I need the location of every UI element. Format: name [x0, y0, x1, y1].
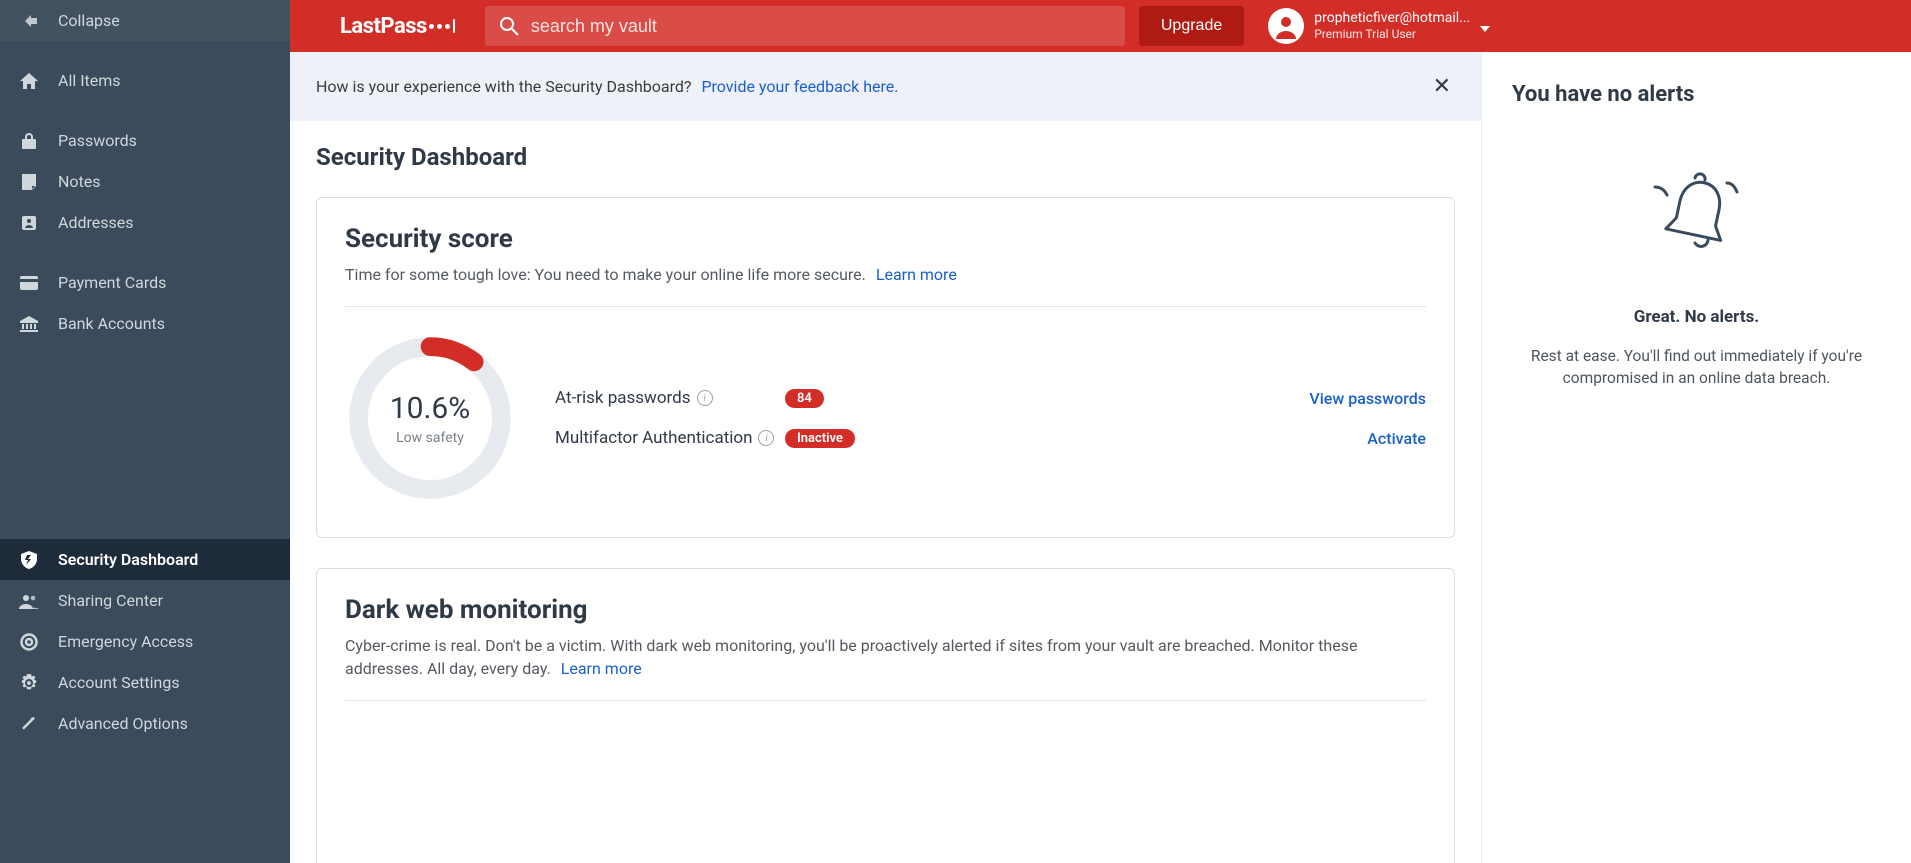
- gauge-label: Low safety: [396, 430, 464, 446]
- page-title: Security Dashboard: [316, 143, 1455, 171]
- main: How is your experience with the Security…: [290, 52, 1911, 863]
- account-menu[interactable]: propheticfiver@hotmail... Premium Trial …: [1268, 8, 1490, 44]
- feedback-link[interactable]: Provide your feedback here.: [701, 77, 898, 96]
- lock-icon: [18, 133, 40, 149]
- search-container[interactable]: [485, 6, 1125, 46]
- alerts-title: You have no alerts: [1512, 82, 1881, 107]
- logo-dots-icon: [429, 19, 455, 33]
- sidebar-item-label: Notes: [58, 172, 101, 191]
- score-subtitle: Time for some tough love: You need to ma…: [345, 264, 1426, 286]
- sidebar-item-label: Addresses: [58, 213, 134, 232]
- sidebar-item-account-settings[interactable]: Account Settings: [0, 662, 290, 703]
- content-inner: Security Dashboard Security score Time f…: [290, 121, 1481, 863]
- sidebar-item-label: Security Dashboard: [58, 550, 198, 569]
- sidebar-item-notes[interactable]: Notes: [0, 161, 290, 202]
- gear-icon: [18, 674, 40, 692]
- mfa-badge: Inactive: [785, 429, 855, 448]
- account-role: Premium Trial User: [1314, 27, 1470, 42]
- sidebar-item-passwords[interactable]: Passwords: [0, 120, 290, 161]
- sidebar-item-label: All Items: [58, 71, 121, 90]
- chevron-down-icon: [1480, 17, 1490, 36]
- search-input[interactable]: [531, 16, 1111, 37]
- note-icon: [18, 174, 40, 190]
- alerts-panel: You have no alerts Great. No alerts. Res…: [1481, 52, 1911, 863]
- sidebar-item-label: Emergency Access: [58, 632, 193, 651]
- lifebuoy-icon: [18, 633, 40, 651]
- metric-row-at-risk: At-risk passwords i 84 View passwords: [555, 378, 1426, 418]
- wand-icon: [18, 715, 40, 733]
- address-icon: [18, 215, 40, 231]
- sidebar-item-advanced-options[interactable]: Advanced Options: [0, 703, 290, 744]
- info-icon[interactable]: i: [758, 430, 774, 446]
- darkweb-subtitle: Cyber-crime is real. Don't be a victim. …: [345, 635, 1426, 680]
- sidebar-item-label: Payment Cards: [58, 273, 166, 292]
- sidebar-item-emergency-access[interactable]: Emergency Access: [0, 621, 290, 662]
- score-gauge: 10.6% Low safety: [345, 333, 515, 503]
- scroll-area[interactable]: How is your experience with the Security…: [290, 52, 1481, 863]
- sidebar-item-label: Bank Accounts: [58, 314, 165, 333]
- sidebar-item-all-items[interactable]: All Items: [0, 60, 290, 101]
- avatar-icon: [1268, 8, 1304, 44]
- shield-icon: [18, 551, 40, 569]
- sidebar-item-payment-cards[interactable]: Payment Cards: [0, 262, 290, 303]
- sidebar: Collapse All Items Passwords Notes Addre…: [0, 0, 290, 863]
- gauge-value: 10.6%: [390, 391, 470, 426]
- metric-label: Multifactor Authentication i: [555, 428, 785, 448]
- alerts-status: Great. No alerts.: [1512, 307, 1881, 327]
- info-icon[interactable]: i: [697, 390, 713, 406]
- sidebar-item-security-dashboard[interactable]: Security Dashboard: [0, 539, 290, 580]
- arrow-left-icon: [18, 13, 40, 29]
- home-icon: [18, 73, 40, 89]
- people-icon: [18, 593, 40, 609]
- sidebar-item-label: Sharing Center: [58, 591, 163, 610]
- score-learn-more-link[interactable]: Learn more: [876, 265, 957, 284]
- sidebar-item-bank-accounts[interactable]: Bank Accounts: [0, 303, 290, 344]
- account-email: propheticfiver@hotmail...: [1314, 10, 1470, 28]
- sidebar-item-label: Account Settings: [58, 673, 180, 692]
- darkweb-title: Dark web monitoring: [345, 595, 1426, 625]
- alerts-description: Rest at ease. You'll find out immediatel…: [1512, 345, 1881, 390]
- logo-text: LastPass: [340, 14, 427, 39]
- metric-label: At-risk passwords i: [555, 388, 785, 408]
- dark-web-card: Dark web monitoring Cyber-crime is real.…: [316, 568, 1455, 863]
- close-icon[interactable]: ✕: [1429, 70, 1455, 103]
- sidebar-item-addresses[interactable]: Addresses: [0, 202, 290, 243]
- security-score-card: Security score Time for some tough love:…: [316, 197, 1455, 538]
- darkweb-learn-more-link[interactable]: Learn more: [561, 659, 642, 678]
- view-passwords-link[interactable]: View passwords: [1309, 389, 1426, 408]
- score-title: Security score: [345, 224, 1426, 254]
- card-icon: [18, 276, 40, 290]
- search-icon: [499, 16, 519, 36]
- upgrade-button[interactable]: Upgrade: [1139, 6, 1244, 46]
- bank-icon: [18, 316, 40, 332]
- sidebar-item-label: Collapse: [58, 11, 120, 30]
- sidebar-item-collapse[interactable]: Collapse: [0, 0, 290, 41]
- sidebar-item-sharing-center[interactable]: Sharing Center: [0, 580, 290, 621]
- content-column: How is your experience with the Security…: [290, 52, 1481, 863]
- logo[interactable]: LastPass: [340, 14, 455, 39]
- header: LastPass Upgrade propheticfiver@hotmail.…: [290, 0, 1911, 52]
- sidebar-item-label: Passwords: [58, 131, 137, 150]
- feedback-prompt: How is your experience with the Security…: [316, 77, 691, 96]
- activate-link[interactable]: Activate: [1367, 429, 1426, 448]
- at-risk-badge: 84: [785, 389, 824, 408]
- metric-row-mfa: Multifactor Authentication i Inactive Ac…: [555, 418, 1426, 458]
- sidebar-item-label: Advanced Options: [58, 714, 188, 733]
- feedback-bar: How is your experience with the Security…: [290, 52, 1481, 121]
- bell-icon: [1512, 167, 1881, 267]
